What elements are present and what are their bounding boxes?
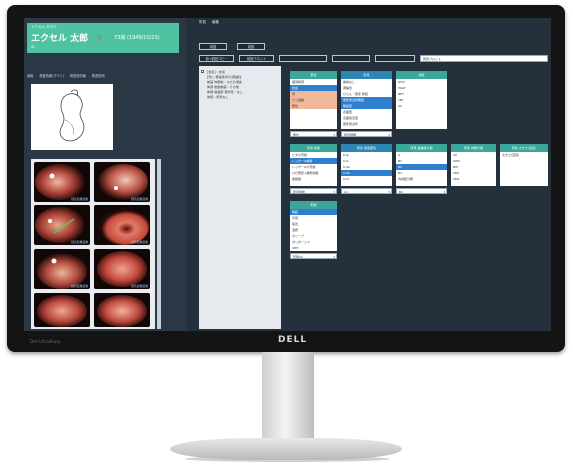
region-header: 部位 [290,71,337,79]
patient-kana: エクセル タロウ [31,25,57,29]
endoscopy-image[interactable] [34,293,90,327]
region-select[interactable]: 部位 ▾ [290,131,337,137]
morph-list: 隆起 平坦 陥凹 潰瘍 ポリープ ポリポーシス SMT [290,209,337,251]
screen: エクセル タロウ エクセル 太郎 ♀ 73歳 (1949/10/23) ID 画… [24,18,551,331]
detail-select[interactable]: 所見前後 ▾ [290,188,337,194]
left-tab-bar: 画像 検査情報(すべて) 検査前情報 検査説明 [27,73,179,79]
gender-icon: ♀ [97,34,103,42]
list-item[interactable]: 発赤斑点状 [341,121,392,127]
endoscopy-image[interactable]: 検査画像画像 [34,205,90,245]
patient-panel: エクセル タロウ エクセル 太郎 ♀ 73歳 (1949/10/23) ID 画… [24,18,186,331]
detail-select[interactable]: 0-I ▾ [341,188,392,194]
prev-button[interactable]: 前回 [199,43,227,50]
morph-header: 形態 [290,201,337,209]
plot-field[interactable]: 所見プロット [420,55,548,62]
finding-list: 異常なし 萎縮性 びらん・発赤 隆起 発赤斑点状隆起 隆起型 表面型 表面陥凹型… [341,79,392,129]
monitor-model-text: Dell UltraSharp [30,339,61,344]
checkbox[interactable] [201,70,204,73]
toolbar-button-5[interactable] [375,55,415,62]
endoscopy-thumbnails: 検査画像画像 検査画像画像 検査画像画像 検査画像画像 検査画像画像 検査画像画… [31,159,155,329]
toolbar-button-3[interactable] [279,55,327,62]
chevron-down-icon: ▾ [388,190,390,194]
detail-list: ヒダ小弯前 レッサーG前壁 レッサーG大弯前 ひだ発赤+腫瘍前壁 後壁壁 [290,152,337,186]
detail-list: 大きさ(直径) [500,152,548,186]
finding-select[interactable]: 所見詳細 ▾ [341,131,392,137]
dell-logo: DELL [278,335,308,345]
endoscopy-image[interactable]: 検査画像画像 [34,249,90,289]
detail-select[interactable]: B1 ▾ [396,188,447,194]
list-item[interactable]: SM2 [451,176,496,182]
chevron-down-icon: ▾ [443,190,445,194]
endoscopy-image[interactable]: 検査画像画像 [94,205,150,245]
tab-exam-info[interactable]: 検査情報(すべて) [39,73,63,79]
chevron-down-icon: ▾ [333,190,335,194]
detail-header: 所見 進展度分類 [396,144,447,152]
tab-pre-exam[interactable]: 検査前情報 [70,73,86,79]
patient-age: 73歳 (1949/10/23) [114,35,160,41]
toolbar-button-4[interactable] [332,55,370,62]
chevron-down-icon: ▾ [388,133,390,137]
thumbnail-scrollbar[interactable] [157,159,161,329]
list-item[interactable]: 後壁壁 [290,176,337,182]
list-item[interactable]: 部位 [290,103,337,109]
list-item[interactable]: 0-IIc [341,176,392,182]
patient-name: エクセル 太郎 [31,34,89,44]
monitor-bezel: エクセル タロウ エクセル 太郎 ♀ 73歳 (1949/10/23) ID 画… [7,5,565,352]
tab-explanation[interactable]: 検査説明 [92,73,105,79]
prev-plot-button[interactable]: 前回プロット [239,55,274,62]
findings-text-area[interactable]: [食道] : 食道 [胃] : 萎縮性胃炎/萎縮性 前庭 体部前 : ひだの消失… [199,66,281,329]
endoscopy-image[interactable]: 検査画像画像 [94,162,150,202]
tab-images[interactable]: 画像 [27,73,33,79]
patient-card: エクセル タロウ エクセル 太郎 ♀ 73歳 (1949/10/23) ID [27,23,179,53]
menu-findings[interactable]: 所見 [199,20,206,25]
detail-header: 所見 肉眼分類 [451,144,496,152]
finding-header: 所見 [341,71,392,79]
monitor-stand-neck [262,352,314,444]
region-list: 咽頭喉頭 食道 胃 十二指腸 部位 [290,79,337,129]
prev-alt-button[interactable]: 前回 [237,43,265,50]
detail-header: 所見 大きさ(直径) [500,144,548,152]
list-item[interactable]: AC [396,103,447,109]
diagnosis-list: GIST MALT NET LBT AC [396,79,447,129]
stomach-sketch[interactable] [31,84,113,150]
detail-header: 所見 前後 [290,144,337,152]
detail-header: 所見 病変部位 [341,144,392,152]
chevron-down-icon: ▾ [333,133,335,137]
detail-list: 0-Ip 0-Is 0-IIa 0-IIb 0-IIc [341,152,392,186]
diagnosis-header: 診断 [396,71,447,79]
detail-list: UP UPM NM SM1 SM2 [451,152,496,186]
chevron-down-icon: ▾ [333,255,335,259]
list-item[interactable]: SMT [290,245,337,251]
patient-id: ID [31,45,35,49]
endoscopy-image[interactable]: 検査画像画像 [94,249,150,289]
menu-edit[interactable]: 編集 [212,20,219,25]
monitor-stand-base [170,438,402,460]
endoscopy-image[interactable] [94,293,150,327]
copy-prev-button[interactable]: 前→前回コピー [199,55,234,62]
list-item[interactable]: 大きさ(直径) [500,152,548,158]
list-item[interactable]: 内視鏡分類 [396,176,447,182]
menu-bar: 所見 編集 [199,20,219,25]
findings-panel: 所見 編集 前回 前回 前→前回コピー 前回プロット 所見プロット [食道] :… [189,18,551,331]
morph-select[interactable]: 形態なし ▾ [290,253,337,259]
endoscopy-image[interactable]: 検査画像画像 [34,162,90,202]
detail-list: A B1 B2 B3 内視鏡分類 [396,152,447,186]
